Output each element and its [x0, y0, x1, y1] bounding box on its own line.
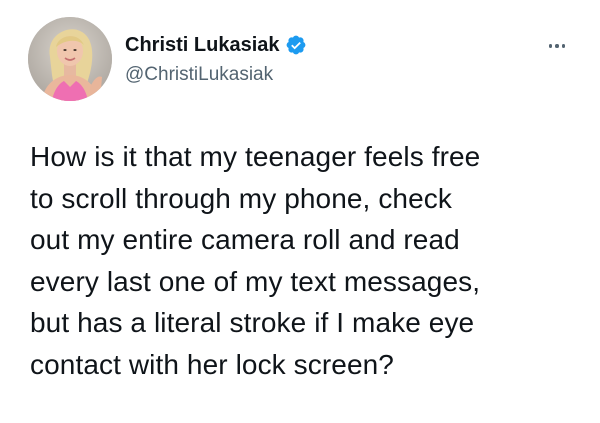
tweet-text: How is it that my teenager feels free to…	[30, 136, 590, 385]
author-handle[interactable]: @ChristiLukasiak	[125, 64, 273, 86]
tweet-text-line: every last one of my text messages,	[30, 265, 481, 297]
tweet-card: Christi Lukasiak @ChristiLukasiak How is…	[0, 0, 600, 423]
tweet-text-line: out my entire camera roll and read	[30, 224, 460, 255]
tweet-text-line: contact with her lock screen?	[30, 348, 394, 380]
author-name-row[interactable]: Christi Lukasiak	[125, 33, 307, 57]
tweet-text-line: to scroll through my phone, check	[30, 182, 452, 214]
tweet-text-line: How is it that my teenager feels free	[30, 141, 481, 172]
avatar[interactable]	[28, 17, 112, 101]
avatar-photo	[28, 17, 112, 101]
verified-badge-icon	[285, 34, 307, 56]
display-name[interactable]: Christi Lukasiak	[125, 33, 280, 57]
more-options-button[interactable]	[542, 36, 572, 56]
more-horizontal-icon	[547, 44, 567, 48]
tweet-text-line: but has a literal stroke if I make eye	[30, 307, 475, 338]
